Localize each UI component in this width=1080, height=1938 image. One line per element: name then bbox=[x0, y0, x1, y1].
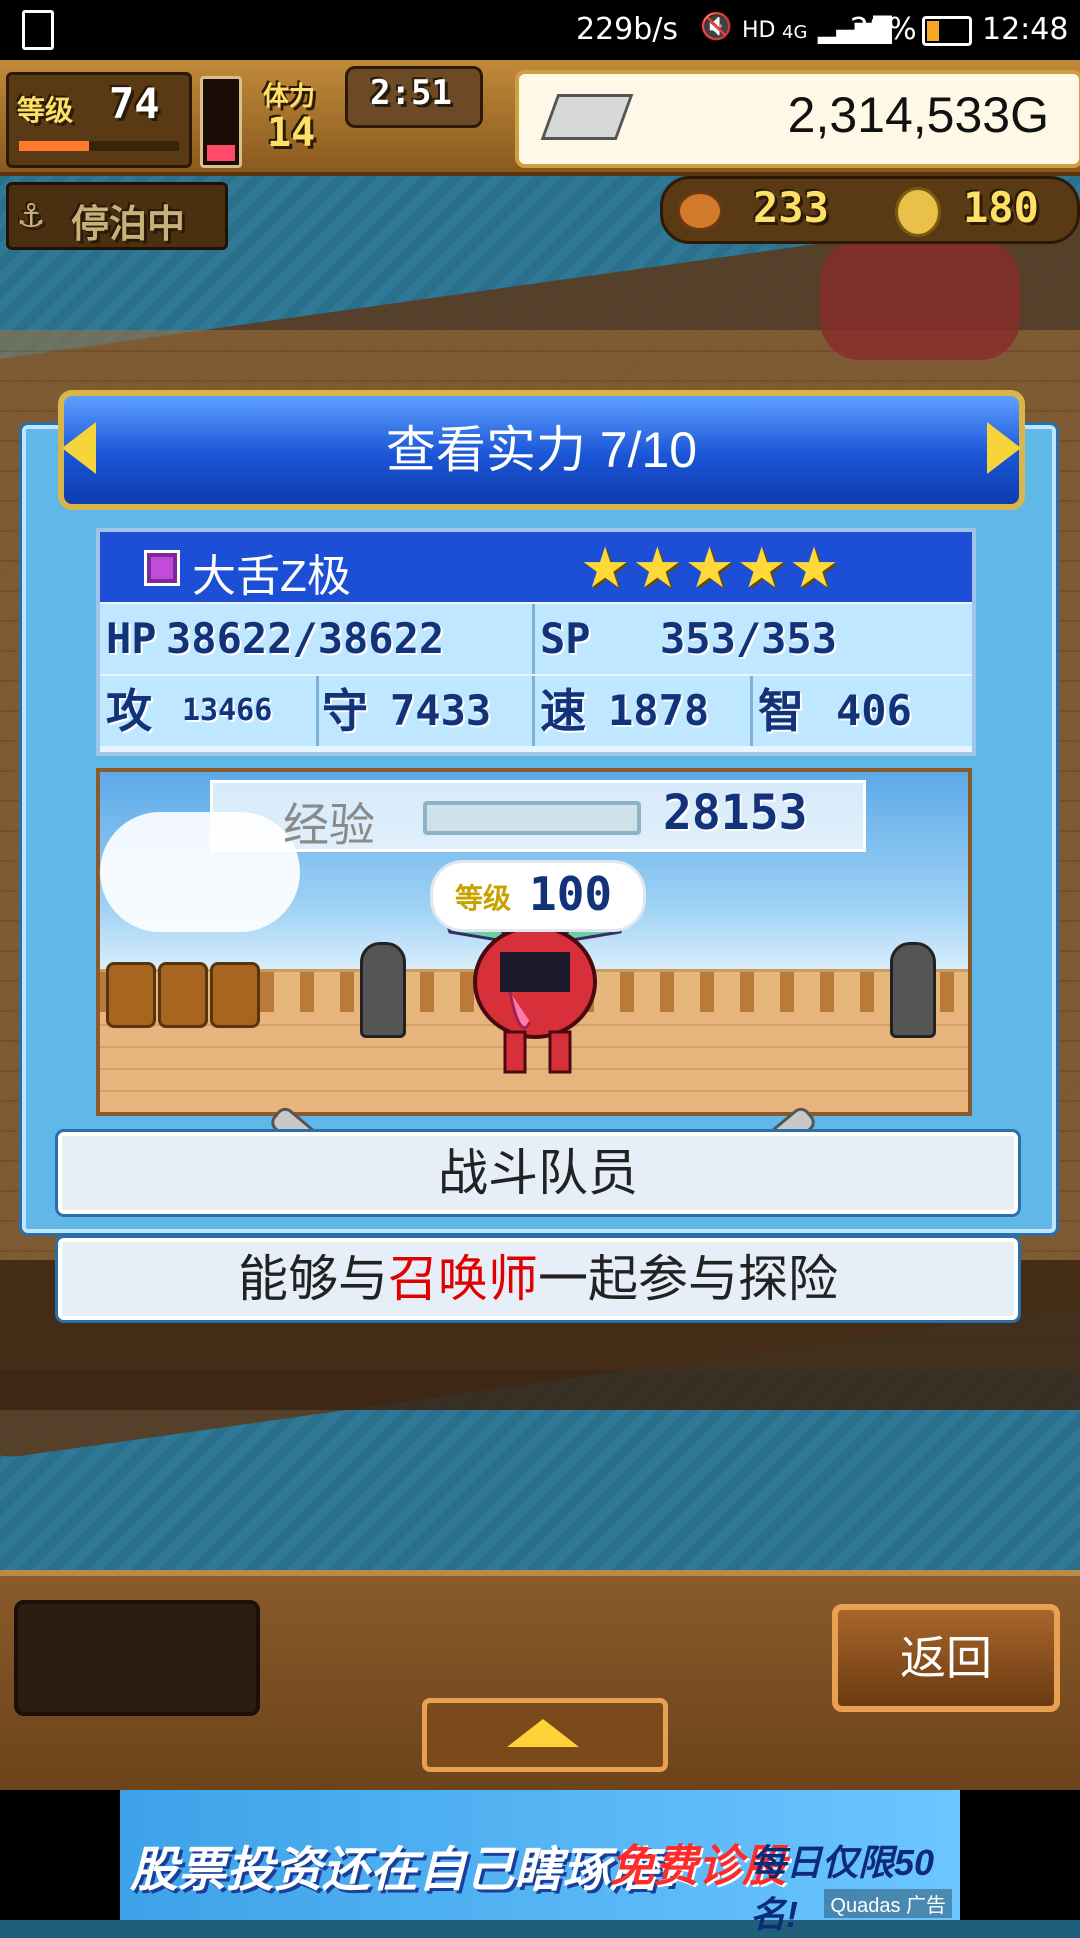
ad-tag: Quadas 广告 bbox=[824, 1889, 952, 1918]
timer-box: 2:51 bbox=[345, 66, 483, 128]
hd-icon: HD bbox=[742, 18, 776, 43]
sp-value: 353/353 bbox=[660, 614, 838, 663]
speed-label: 速 bbox=[540, 684, 586, 738]
description-suffix: 一起参与探险 bbox=[538, 1251, 838, 1307]
docked-label: 停泊中 bbox=[71, 202, 186, 246]
hp-sp-row: HP 38622/38622 SP 353/353 bbox=[100, 604, 972, 674]
star-rating: ★★★★★ bbox=[580, 536, 842, 601]
combat-stats-row: 攻 13466 守 7433 速 1878 智 406 bbox=[100, 676, 972, 746]
role-label: 战斗队员 bbox=[58, 1132, 1018, 1214]
sp-label: SP bbox=[540, 614, 591, 663]
battery-icon bbox=[922, 16, 972, 46]
gold-amount: 2,314,533G bbox=[787, 87, 1049, 143]
monster-sprite-background bbox=[820, 240, 1020, 360]
gold-box: 2,314,533G bbox=[515, 70, 1080, 168]
next-arrow-icon[interactable] bbox=[987, 422, 1021, 474]
description-prefix: 能够与 bbox=[238, 1251, 388, 1307]
battery-saver-icon bbox=[22, 10, 54, 50]
hp-label: HP bbox=[106, 614, 157, 663]
hp-value: 38622/38622 bbox=[166, 614, 445, 663]
stamina-value: 14 bbox=[267, 110, 316, 156]
speed-value: 1878 bbox=[608, 686, 710, 735]
empty-slot bbox=[14, 1600, 260, 1716]
cannon-icon bbox=[360, 942, 406, 1038]
meat-icon bbox=[677, 191, 723, 231]
attack-label: 攻 bbox=[106, 684, 152, 738]
dialog-header: 查看实力 7/10 bbox=[58, 390, 1025, 510]
timer: 2:51 bbox=[370, 73, 452, 113]
stamina-label: 体力 bbox=[263, 82, 316, 112]
coin-count: 180 bbox=[963, 183, 1039, 232]
barrel-icon bbox=[158, 962, 208, 1028]
defense-value: 7433 bbox=[390, 686, 492, 735]
battery-percent: 28% bbox=[850, 12, 917, 47]
clock: 12:48 bbox=[982, 12, 1069, 47]
ad-banner[interactable]: 股票投资还在自己瞎琢磨? 免费诊股 每日仅限50名! Quadas 广告 bbox=[120, 1790, 960, 1935]
status-bar: 229b/s 🔇 HD 4G ▂▄▆█ 28% 12:48 bbox=[0, 0, 1080, 60]
scroll-up-button[interactable] bbox=[422, 1698, 668, 1772]
divider bbox=[532, 604, 535, 674]
intelligence-label: 智 bbox=[758, 684, 804, 738]
divider bbox=[316, 676, 319, 746]
unit-name-row: 大舌Z极 ★★★★★ bbox=[100, 532, 972, 602]
player-level-box: 等级 74 bbox=[6, 72, 192, 168]
experience-label: 经验 bbox=[283, 799, 375, 851]
silver-bar-icon bbox=[540, 94, 634, 140]
mute-icon: 🔇 bbox=[700, 12, 733, 42]
attack-value: 13466 bbox=[182, 693, 273, 728]
meat-count: 233 bbox=[753, 183, 829, 232]
unit-name: 大舌Z极 bbox=[192, 552, 351, 601]
anchor-icon: ⚓ bbox=[19, 191, 44, 237]
description-highlight: 召唤师 bbox=[388, 1251, 538, 1307]
experience-progress-track bbox=[423, 801, 641, 835]
network-type: 4G bbox=[782, 22, 808, 43]
unit-stats-panel: 大舌Z极 ★★★★★ HP 38622/38622 SP 353/353 攻 1… bbox=[96, 528, 976, 756]
level-xp-bar bbox=[19, 141, 179, 151]
unit-preview-scene: 等级 100 经验 28153 bbox=[96, 768, 972, 1116]
coin-icon bbox=[895, 187, 941, 237]
up-arrow-icon bbox=[507, 1719, 579, 1747]
ad-headline: 股票投资还在自己瞎琢磨? bbox=[130, 1844, 688, 1897]
intelligence-value: 406 bbox=[836, 686, 912, 735]
resource-box: 233 180 bbox=[660, 176, 1080, 244]
stamina-box: 体力 14 bbox=[255, 70, 345, 160]
ad-limit: 每日仅限50名! bbox=[750, 1842, 935, 1935]
divider bbox=[750, 676, 753, 746]
energy-gauge bbox=[200, 76, 242, 168]
unit-level-label: 等级 bbox=[455, 883, 512, 914]
barrel-icon bbox=[106, 962, 156, 1028]
unit-level-value: 100 bbox=[529, 867, 613, 921]
return-button[interactable]: 返回 bbox=[832, 1604, 1060, 1712]
experience-bar: 经验 28153 bbox=[210, 780, 866, 852]
level-value: 74 bbox=[109, 79, 160, 128]
docked-status[interactable]: ⚓ 停泊中 bbox=[6, 182, 228, 250]
dialog-title: 查看实力 7/10 bbox=[385, 422, 698, 478]
network-speed: 229b/s bbox=[576, 12, 679, 47]
rarity-gem-icon bbox=[144, 550, 180, 586]
defense-label: 守 bbox=[322, 684, 368, 738]
experience-value: 28153 bbox=[663, 785, 808, 841]
unit-level-badge: 等级 100 bbox=[430, 860, 646, 932]
barrel-icon bbox=[210, 962, 260, 1028]
divider bbox=[532, 676, 535, 746]
cannon-icon bbox=[890, 942, 936, 1038]
role-description: 能够与召唤师一起参与探险 bbox=[58, 1238, 1018, 1320]
level-label: 等级 bbox=[17, 94, 74, 127]
